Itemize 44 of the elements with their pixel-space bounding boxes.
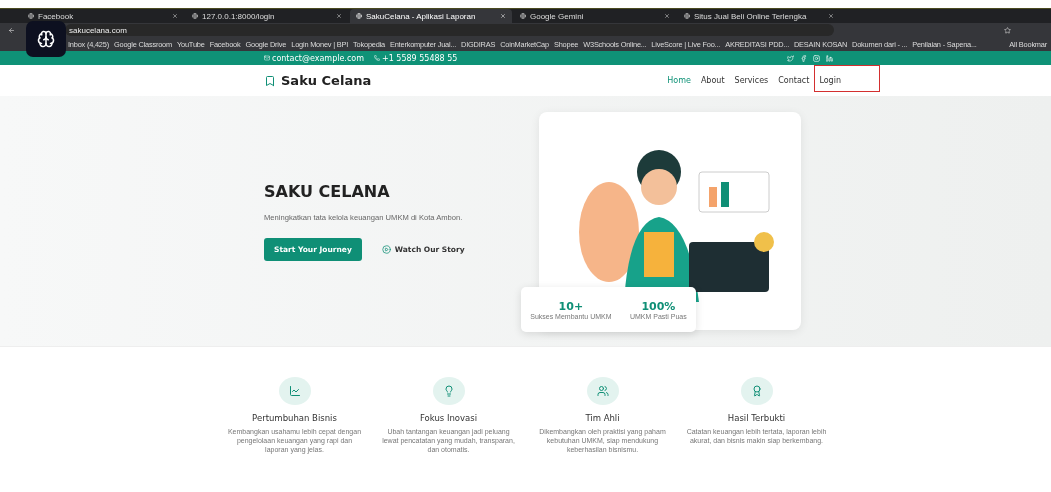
- brain-app-icon[interactable]: [26, 21, 66, 57]
- close-icon[interactable]: [172, 13, 178, 19]
- nav-link[interactable]: Contact: [778, 76, 810, 85]
- back-icon[interactable]: [8, 26, 15, 34]
- linkedin-icon[interactable]: [826, 54, 834, 62]
- contact-email: contact@example.com: [272, 53, 364, 63]
- site-icon: [192, 13, 198, 19]
- browser-tab[interactable]: SakuCelana - Aplikasi Laporan: [350, 9, 512, 23]
- feature-title: Tim Ahli: [585, 413, 620, 423]
- address-bar[interactable]: sakucelana.com: [65, 24, 834, 36]
- feature-title: Fokus Inovasi: [419, 413, 478, 423]
- contact-phone: +1 5589 55488 55: [382, 53, 458, 63]
- stat-value: 100%: [641, 299, 676, 313]
- bulb-icon: [432, 377, 465, 405]
- phone-icon: [374, 55, 380, 61]
- nav-link[interactable]: About: [700, 76, 725, 85]
- play-icon: [381, 244, 391, 254]
- close-icon[interactable]: [336, 13, 342, 19]
- site-icon: [356, 13, 362, 19]
- feature-title: Hasil Terbukti: [727, 413, 786, 423]
- logo-icon: [264, 74, 276, 87]
- feature-title: Pertumbuhan Bisnis: [252, 413, 337, 423]
- facebook-icon[interactable]: [800, 54, 808, 62]
- site-icon: [520, 13, 526, 19]
- chart-icon: [278, 377, 311, 405]
- team-icon: [586, 377, 619, 405]
- mail-icon: [264, 55, 270, 61]
- award-icon: [740, 377, 773, 405]
- brand-name: Saku Celana: [281, 73, 372, 88]
- nav-link[interactable]: Login: [819, 76, 841, 85]
- site-icon: [684, 13, 690, 19]
- browser-tab[interactable]: 127.0.0.1:8000/login: [186, 9, 348, 23]
- browser-tab[interactable]: Situs Jual Beli Online Terlengka: [678, 9, 840, 23]
- site-icon: [28, 13, 34, 19]
- close-icon[interactable]: [828, 13, 834, 19]
- nav-link[interactable]: Services: [734, 76, 769, 85]
- close-icon[interactable]: [664, 13, 670, 19]
- stat-value: 10+: [558, 299, 584, 313]
- star-icon[interactable]: [1004, 26, 1011, 34]
- browser-tab[interactable]: Facebook: [22, 9, 184, 23]
- instagram-icon[interactable]: [813, 54, 821, 62]
- nav-link[interactable]: Home: [667, 76, 691, 85]
- hero-title: SAKU CELANA: [264, 181, 391, 201]
- browser-tab[interactable]: Google Gemini: [514, 9, 676, 23]
